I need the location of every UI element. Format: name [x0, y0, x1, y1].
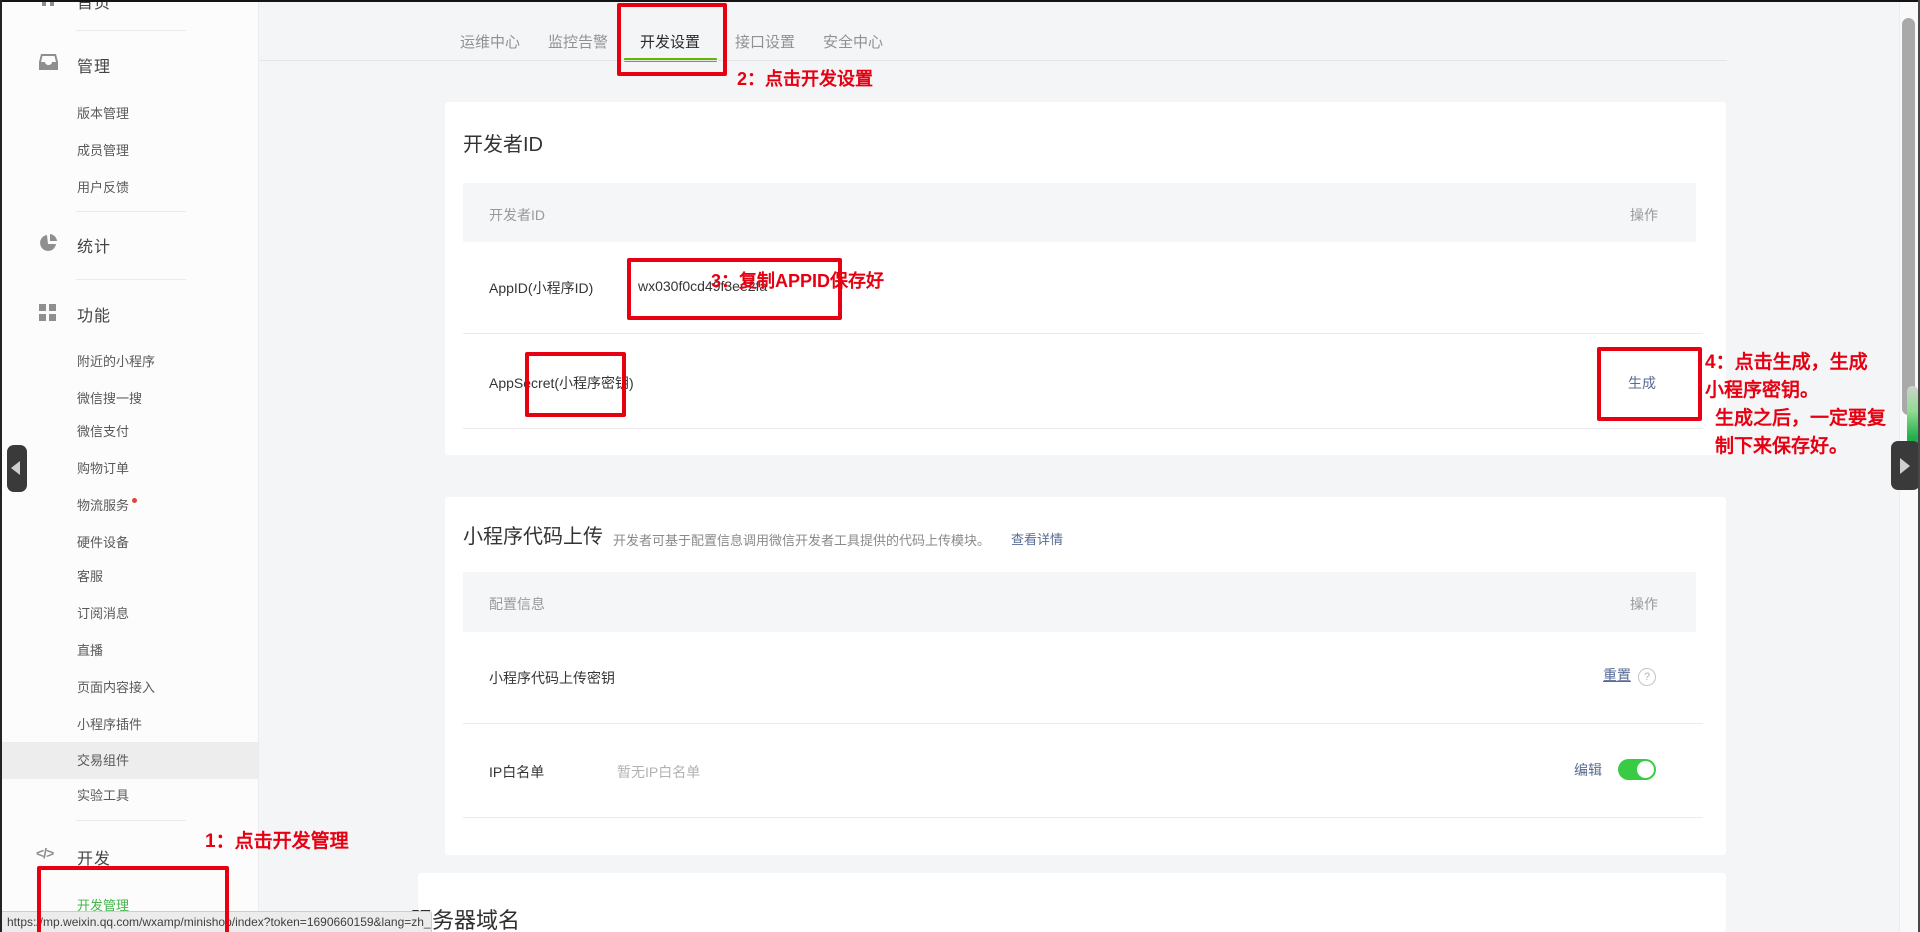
appid-label: AppID(小程序ID) — [489, 278, 593, 298]
collapse-panel-button[interactable] — [7, 445, 27, 492]
developer-id-title: 开发者ID — [463, 128, 543, 157]
sidebar-item-service[interactable]: 客服 — [77, 566, 103, 585]
inbox-icon — [39, 54, 58, 75]
ip-whitelist-toggle[interactable] — [1618, 759, 1656, 780]
edit-button[interactable]: 编辑 — [1574, 762, 1602, 778]
sidebar-item-member[interactable]: 成员管理 — [77, 140, 129, 159]
sidebar-divider — [76, 820, 186, 821]
sidebar-item-label: 物流服务 — [77, 498, 129, 513]
sidebar-item-lab[interactable]: 实验工具 — [77, 785, 129, 804]
row-divider — [463, 817, 1703, 818]
ip-whitelist-label: IP白名单 — [489, 762, 544, 782]
sidebar-item-dev[interactable]: 开发 — [77, 845, 111, 869]
developer-id-card: 开发者ID 开发者ID 操作 AppID(小程序ID) wx030f0cd49f… — [445, 102, 1726, 455]
annotation-step4: 4：点击生成，生成 小程序密钥。 生成之后，一定要复 制下来保存好。 — [1705, 349, 1886, 461]
wechat-miniprogram-console: 首页 管理 版本管理 成员管理 用户反馈 统计 功能 附近的小程序 微信搜一搜 … — [0, 0, 1920, 932]
notification-dot — [132, 498, 137, 503]
sidebar-item-logistics[interactable]: 物流服务 — [77, 495, 137, 514]
annotation-step4-line2: 小程序密钥。 — [1705, 377, 1886, 405]
sidebar-item-subscribe[interactable]: 订阅消息 — [77, 603, 129, 622]
toggle-knob — [1637, 761, 1654, 778]
code-icon: </> — [36, 845, 53, 861]
help-icon[interactable]: ? — [1638, 668, 1656, 686]
edit-action: 编辑 — [1574, 759, 1656, 780]
tabbar-divider — [259, 60, 1727, 61]
header-config-info: 配置信息 — [489, 594, 545, 614]
ip-whitelist-value: 暂无IP白名单 — [617, 762, 700, 782]
expand-panel-button[interactable] — [1891, 441, 1920, 490]
reset-action: 重置? — [1603, 665, 1656, 686]
upload-key-label: 小程序代码上传密钥 — [489, 668, 615, 688]
sidebar-item-stats[interactable]: 统计 — [77, 233, 111, 257]
tab-ops-center[interactable]: 运维中心 — [460, 31, 520, 52]
reset-button[interactable]: 重置 — [1603, 667, 1631, 683]
link-preview-statusbar: https://mp.weixin.qq.com/wxamp/minishop/… — [0, 911, 432, 932]
generate-button[interactable]: 生成 — [1628, 373, 1656, 393]
sidebar-item-version[interactable]: 版本管理 — [77, 103, 129, 122]
view-details-link[interactable]: 查看详情 — [1011, 529, 1063, 548]
sidebar-item-wxpay[interactable]: 微信支付 — [77, 421, 129, 440]
sidebar-item-feedback[interactable]: 用户反馈 — [77, 177, 129, 196]
sidebar-item-features[interactable]: 功能 — [77, 302, 111, 326]
sidebar-item-manage[interactable]: 管理 — [77, 53, 111, 77]
appsecret-label: AppSecret(小程序密钥) — [489, 373, 634, 393]
scrollbar-thumb[interactable] — [1902, 18, 1915, 415]
grid-icon — [39, 304, 56, 321]
code-upload-description: 开发者可基于配置信息调用微信开发者工具提供的代码上传模块。 — [613, 530, 990, 549]
sidebar-divider — [76, 211, 186, 212]
header-actions: 操作 — [1630, 205, 1658, 225]
left-arrow-icon — [11, 461, 20, 475]
sidebar-item-orders[interactable]: 购物订单 — [77, 458, 129, 477]
screen-edge-top — [0, 0, 1920, 2]
sidebar-item-trade[interactable]: 交易组件 — [77, 750, 129, 769]
sidebar-item-wxsearch[interactable]: 微信搜一搜 — [77, 388, 142, 407]
code-upload-table-header: 配置信息 操作 — [463, 572, 1696, 632]
sidebar-item-plugin[interactable]: 小程序插件 — [77, 714, 142, 733]
row-divider — [463, 428, 1703, 429]
sidebar: 首页 管理 版本管理 成员管理 用户反馈 统计 功能 附近的小程序 微信搜一搜 … — [0, 0, 259, 932]
sidebar-item-hardware[interactable]: 硬件设备 — [77, 532, 129, 551]
right-arrow-icon — [1900, 458, 1910, 474]
annotation-step1: 1：点击开发管理 — [205, 826, 349, 853]
code-upload-card: 小程序代码上传 开发者可基于配置信息调用微信开发者工具提供的代码上传模块。 查看… — [445, 497, 1726, 855]
sidebar-item-pagecontent[interactable]: 页面内容接入 — [77, 677, 155, 696]
sidebar-divider — [76, 30, 186, 31]
annotation-step2: 2：点击开发设置 — [737, 65, 873, 91]
annotation-step4-line3: 生成之后，一定要复 — [1705, 405, 1886, 433]
annotation-step4-line1: 4：点击生成，生成 — [1705, 349, 1886, 377]
screen-edge-left — [0, 0, 2, 932]
sidebar-divider — [76, 279, 186, 280]
sidebar-item-nearby[interactable]: 附近的小程序 — [77, 351, 155, 370]
tab-security-center[interactable]: 安全中心 — [823, 31, 883, 52]
annotation-step3: 3：复制APPID保存好 — [711, 267, 884, 293]
header-developer-id: 开发者ID — [489, 205, 545, 225]
developer-id-table-header: 开发者ID 操作 — [463, 183, 1696, 242]
sidebar-item-live[interactable]: 直播 — [77, 640, 103, 659]
server-domain-card — [418, 873, 1726, 932]
tab-api-settings[interactable]: 接口设置 — [735, 31, 795, 52]
pie-chart-icon — [39, 234, 57, 257]
row-divider — [463, 333, 1703, 334]
annotation-step4-line4: 制下来保存好。 — [1705, 433, 1886, 461]
tab-monitor-alert[interactable]: 监控告警 — [548, 31, 608, 52]
row-divider — [463, 723, 1703, 724]
header-actions: 操作 — [1630, 594, 1658, 614]
code-upload-title: 小程序代码上传 — [463, 520, 603, 549]
tab-dev-settings[interactable]: 开发设置 — [640, 31, 700, 52]
